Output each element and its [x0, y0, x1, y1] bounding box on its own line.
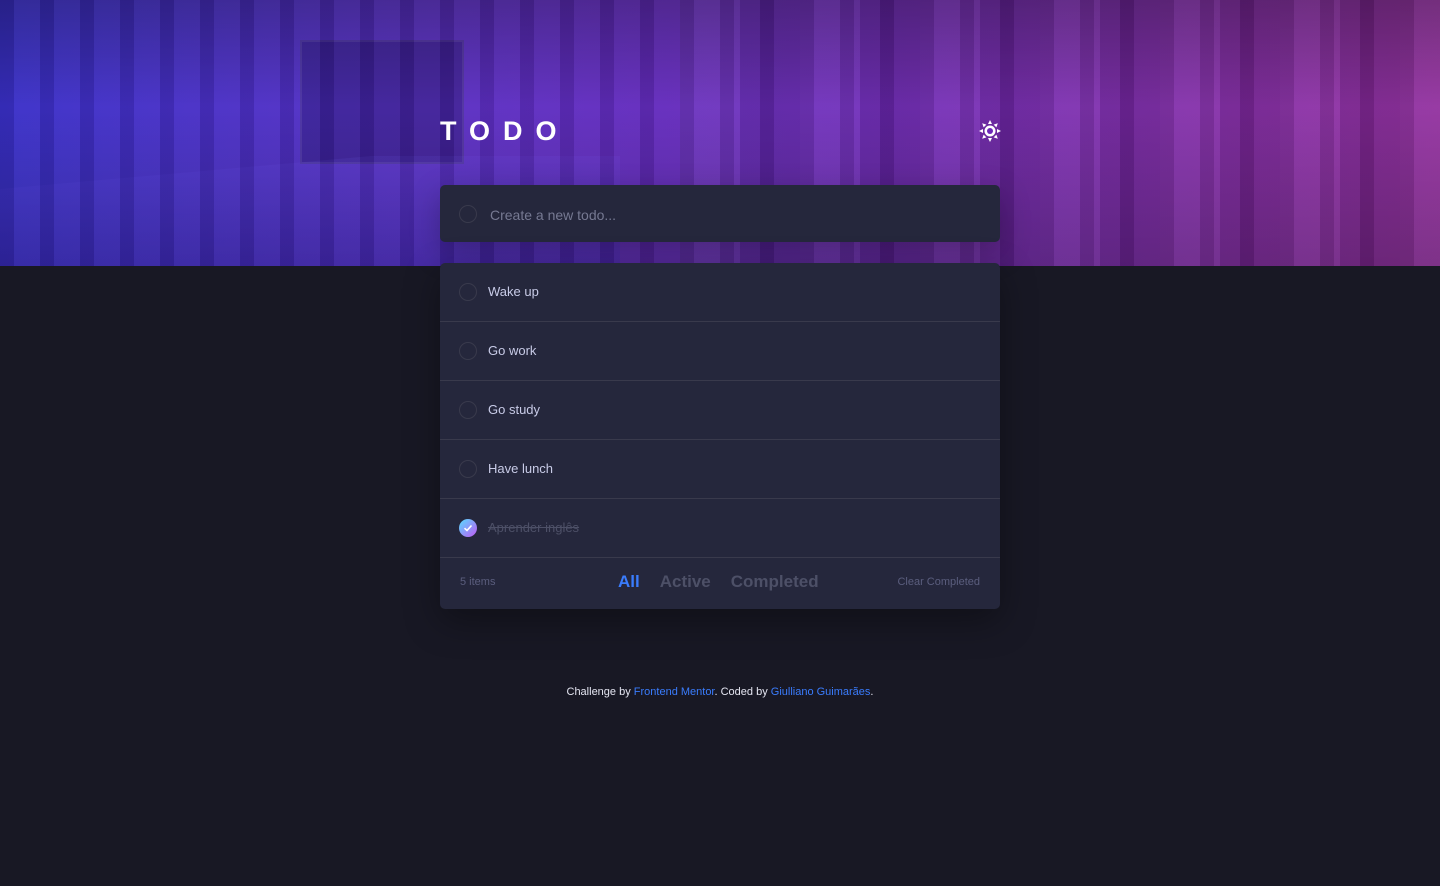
todo-item[interactable]: Have lunch [440, 440, 1000, 499]
todo-label: Have lunch [488, 461, 554, 476]
todo-check-circle[interactable] [459, 283, 477, 301]
todo-item-completed[interactable]: Aprender inglês [440, 499, 1000, 558]
author-link[interactable]: Giulliano Guimarães [771, 686, 871, 698]
todo-label: Go study [488, 402, 541, 417]
new-todo-input[interactable] [488, 199, 982, 231]
attribution-prefix: Challenge by [566, 686, 634, 698]
attribution-suffix: . [870, 686, 874, 698]
todo-check-circle[interactable] [459, 342, 477, 360]
filter-all-button[interactable]: All [618, 572, 640, 592]
todo-item[interactable]: Go work [440, 322, 1000, 381]
todo-label: Aprender inglês [488, 520, 580, 535]
todo-check-circle[interactable] [459, 460, 477, 478]
todo-footer: 5 items All Active Completed Clear Compl… [440, 558, 1000, 609]
todo-list: Wake up Go work Go study Have lunch Apre… [440, 263, 1000, 609]
todo-label: Wake up [488, 284, 539, 299]
clear-completed-button[interactable]: Clear Completed [897, 576, 980, 588]
frontend-mentor-link[interactable]: Frontend Mentor [634, 686, 715, 698]
app-header: TODO [440, 113, 1002, 149]
attribution: Challenge by Frontend Mentor. Coded by G… [0, 686, 1440, 698]
todo-check-circle[interactable] [459, 401, 477, 419]
sun-icon [979, 120, 1001, 142]
check-icon [463, 524, 473, 532]
filter-group: All Active Completed [618, 572, 819, 592]
attribution-middle: . Coded by [714, 686, 771, 698]
items-left-count: 5 items [460, 576, 496, 588]
todo-item[interactable]: Wake up [440, 263, 1000, 322]
filter-active-button[interactable]: Active [660, 572, 711, 592]
filter-completed-button[interactable]: Completed [731, 572, 819, 592]
theme-toggle-button[interactable] [978, 119, 1002, 143]
todo-item[interactable]: Go study [440, 381, 1000, 440]
todo-label: Go work [488, 343, 537, 358]
app-title: TODO [440, 116, 570, 146]
todo-check-circle-checked[interactable] [459, 519, 477, 537]
new-todo-form [440, 185, 1000, 242]
new-todo-check-circle[interactable] [459, 205, 477, 223]
